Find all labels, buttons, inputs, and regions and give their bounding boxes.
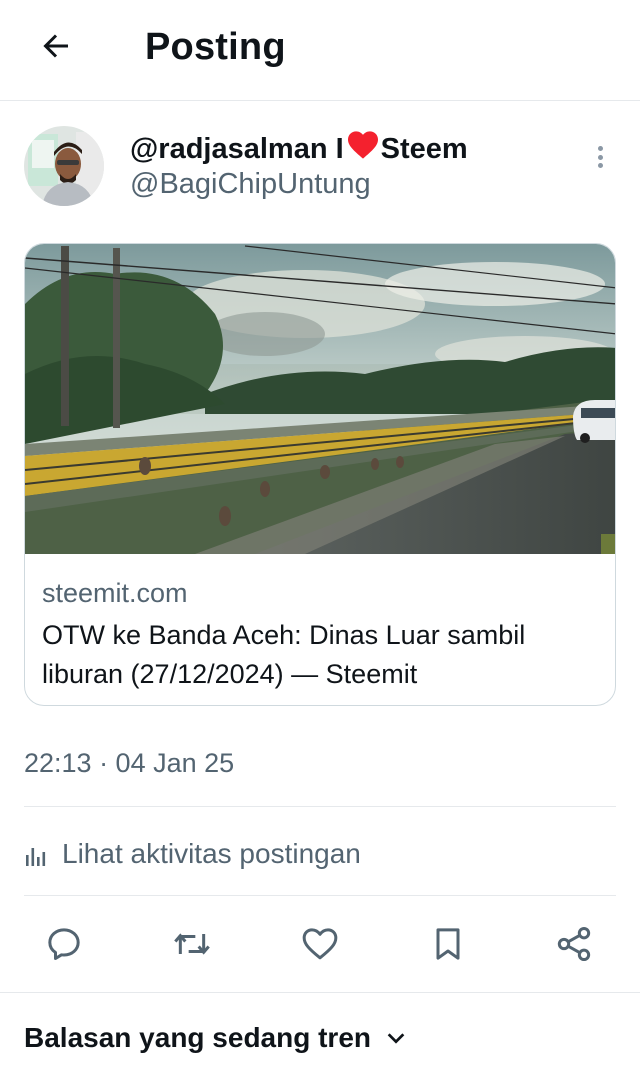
display-name-prefix: @radjasalman I: [130, 132, 344, 165]
link-domain: steemit.com: [42, 578, 188, 608]
post-action-bar: [0, 918, 640, 970]
bookmark-button[interactable]: [426, 922, 470, 966]
share-icon: [557, 927, 591, 961]
page-title: Posting: [145, 26, 286, 68]
avatar-photo: [24, 126, 104, 206]
reply-button[interactable]: [42, 922, 86, 966]
link-title: OTW ke Banda Aceh: Dinas Luar sambil lib…: [42, 620, 526, 689]
replies-sort-dropdown[interactable]: Balasan yang sedang tren: [24, 1022, 407, 1054]
arrow-left-icon: [43, 34, 68, 58]
link-preview-card[interactable]: steemit.com OTW ke Banda Aceh: Dinas Lua…: [24, 243, 616, 706]
heart-outline-icon: [302, 928, 338, 960]
comment-icon: [48, 928, 80, 960]
bar-chart-icon: [24, 840, 52, 868]
post-author: @radjasalman I Steem @BagiChipUntung: [24, 126, 616, 208]
like-button[interactable]: [298, 922, 342, 966]
link-preview-image: [25, 244, 615, 554]
avatar[interactable]: [24, 126, 104, 206]
post-timestamp[interactable]: 22:13 · 04 Jan 25: [24, 748, 234, 779]
divider: [24, 806, 616, 807]
display-name-suffix: Steem: [380, 132, 468, 165]
more-dot: [597, 154, 603, 160]
back-button[interactable]: [28, 24, 84, 68]
repost-button[interactable]: [170, 922, 214, 966]
heart-icon: [346, 130, 380, 168]
display-name[interactable]: @radjasalman I Steem: [130, 130, 468, 168]
more-dot: [597, 163, 603, 168]
divider: [24, 895, 616, 896]
divider: [0, 992, 640, 993]
top-bar: Posting: [0, 0, 640, 101]
repost-icon: [174, 933, 210, 955]
chevron-down-icon: [385, 1027, 407, 1049]
user-handle[interactable]: @BagiChipUntung: [130, 168, 371, 201]
activity-label: Lihat aktivitas postingan: [62, 838, 361, 869]
bookmark-icon: [436, 928, 460, 960]
view-post-activity-link[interactable]: Lihat aktivitas postingan: [24, 834, 361, 874]
more-options-button[interactable]: [590, 140, 610, 174]
replies-sort-label: Balasan yang sedang tren: [24, 1022, 372, 1053]
share-button[interactable]: [552, 922, 596, 966]
more-vertical-icon: [597, 146, 603, 151]
